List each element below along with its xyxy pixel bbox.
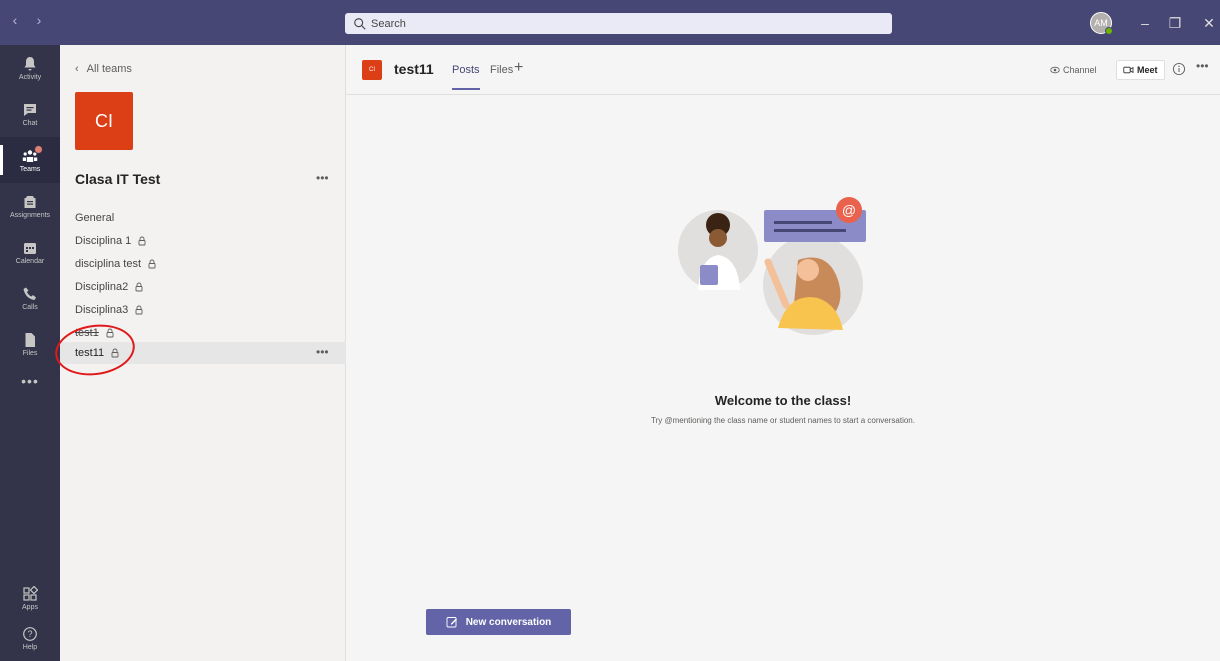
channel-info-button[interactable]: Channel bbox=[1044, 60, 1103, 80]
welcome-subtitle: Try @mentioning the class name or studen… bbox=[651, 416, 915, 425]
channel-title: test11 bbox=[394, 61, 434, 77]
search-icon bbox=[354, 17, 366, 30]
channel-item[interactable]: General bbox=[60, 207, 346, 229]
appbar-label: Assignments bbox=[9, 211, 51, 219]
search-placeholder: Search bbox=[371, 17, 406, 30]
help-icon: ? bbox=[23, 626, 37, 641]
avatar-initials: AM bbox=[1094, 18, 1108, 28]
all-teams-link[interactable]: ‹ All teams bbox=[75, 63, 132, 75]
app-bar: Activity Chat Teams Assignments Calendar… bbox=[0, 45, 60, 661]
tab-files[interactable]: Files bbox=[490, 64, 513, 76]
team-name[interactable]: Clasa IT Test bbox=[75, 171, 160, 187]
eye-icon bbox=[1050, 66, 1060, 74]
team-more-button[interactable]: ••• bbox=[316, 171, 329, 185]
channel-button-label: Channel bbox=[1063, 65, 1097, 75]
title-bar: ‹ › Search AM – ❐ ✕ bbox=[0, 0, 1220, 45]
compose-icon bbox=[446, 617, 457, 628]
channel-avatar: CI bbox=[362, 60, 382, 80]
bell-icon bbox=[24, 56, 36, 70]
new-conversation-label: New conversation bbox=[465, 616, 552, 628]
channel-item[interactable]: Disciplina3 bbox=[60, 299, 346, 321]
channel-label: disciplina test bbox=[75, 258, 142, 270]
meet-button-label: Meet bbox=[1137, 65, 1158, 75]
channel-item[interactable]: Disciplina 1 bbox=[60, 230, 346, 252]
phone-icon bbox=[23, 287, 36, 300]
lock-icon bbox=[148, 259, 156, 269]
appbar-calendar[interactable]: Calendar bbox=[0, 229, 60, 275]
appbar-label: Chat bbox=[22, 119, 38, 127]
notification-badge bbox=[34, 145, 43, 154]
calendar-icon bbox=[24, 242, 36, 254]
presence-available-icon bbox=[1105, 27, 1113, 35]
history-nav: ‹ › bbox=[8, 12, 46, 28]
new-conversation-button[interactable]: New conversation bbox=[426, 609, 571, 635]
back-arrow-icon[interactable]: ‹ bbox=[8, 12, 22, 28]
channel-label: Disciplina 1 bbox=[75, 235, 132, 247]
meet-button[interactable]: Meet bbox=[1116, 60, 1165, 80]
appbar-label: Files bbox=[22, 349, 38, 357]
lock-icon bbox=[138, 236, 146, 246]
channel-more-button[interactable]: ••• bbox=[316, 345, 329, 359]
add-tab-button[interactable]: + bbox=[514, 59, 523, 77]
channel-label: General bbox=[75, 212, 115, 224]
appbar-label: Activity bbox=[18, 73, 42, 81]
chat-icon bbox=[24, 103, 36, 116]
info-icon[interactable] bbox=[1172, 62, 1186, 76]
welcome-title: Welcome to the class! bbox=[714, 393, 852, 408]
channel-main: CI test11 Posts Files + Channel Meet •••… bbox=[346, 45, 1220, 661]
channel-label: Disciplina3 bbox=[75, 304, 129, 316]
video-camera-icon bbox=[1123, 66, 1134, 74]
appbar-files[interactable]: Files bbox=[0, 321, 60, 367]
appbar-label: Teams bbox=[19, 165, 41, 173]
chevron-left-icon: ‹ bbox=[75, 63, 79, 75]
all-teams-label: All teams bbox=[86, 63, 132, 75]
minimize-button[interactable]: – bbox=[1136, 14, 1154, 32]
channel-header: CI test11 Posts Files + Channel Meet ••• bbox=[346, 45, 1220, 95]
appbar-label: Calendar bbox=[15, 257, 45, 265]
file-icon bbox=[25, 332, 35, 347]
more-apps-button[interactable]: ••• bbox=[0, 373, 60, 389]
lock-icon bbox=[135, 305, 143, 315]
header-more-button[interactable]: ••• bbox=[1196, 59, 1209, 73]
appbar-label: Apps bbox=[22, 603, 38, 611]
appbar-teams[interactable]: Teams bbox=[0, 137, 60, 183]
channel-item[interactable]: disciplina test bbox=[60, 253, 346, 275]
channel-label: Disciplina2 bbox=[75, 281, 129, 293]
apps-icon bbox=[23, 585, 38, 601]
team-avatar: CI bbox=[75, 92, 133, 150]
appbar-help[interactable]: ? Help bbox=[0, 615, 60, 661]
appbar-label: Help bbox=[22, 643, 38, 651]
appbar-assignments[interactable]: Assignments bbox=[0, 183, 60, 229]
channel-item[interactable]: Disciplina2 bbox=[60, 276, 346, 298]
close-button[interactable]: ✕ bbox=[1200, 14, 1218, 32]
appbar-activity[interactable]: Activity bbox=[0, 45, 60, 91]
appbar-chat[interactable]: Chat bbox=[0, 91, 60, 137]
maximize-button[interactable]: ❐ bbox=[1166, 14, 1184, 32]
svg-text:@: @ bbox=[842, 202, 856, 218]
assignments-icon bbox=[24, 195, 36, 208]
forward-arrow-icon[interactable]: › bbox=[32, 12, 46, 28]
appbar-label: Calls bbox=[22, 303, 38, 311]
tab-posts[interactable]: Posts bbox=[452, 64, 480, 90]
appbar-calls[interactable]: Calls bbox=[0, 275, 60, 321]
avatar[interactable]: AM bbox=[1090, 12, 1113, 35]
search-input[interactable]: Search bbox=[345, 13, 892, 34]
svg-text:?: ? bbox=[27, 629, 32, 639]
welcome-illustration: @ bbox=[678, 197, 866, 335]
lock-icon bbox=[135, 282, 143, 292]
